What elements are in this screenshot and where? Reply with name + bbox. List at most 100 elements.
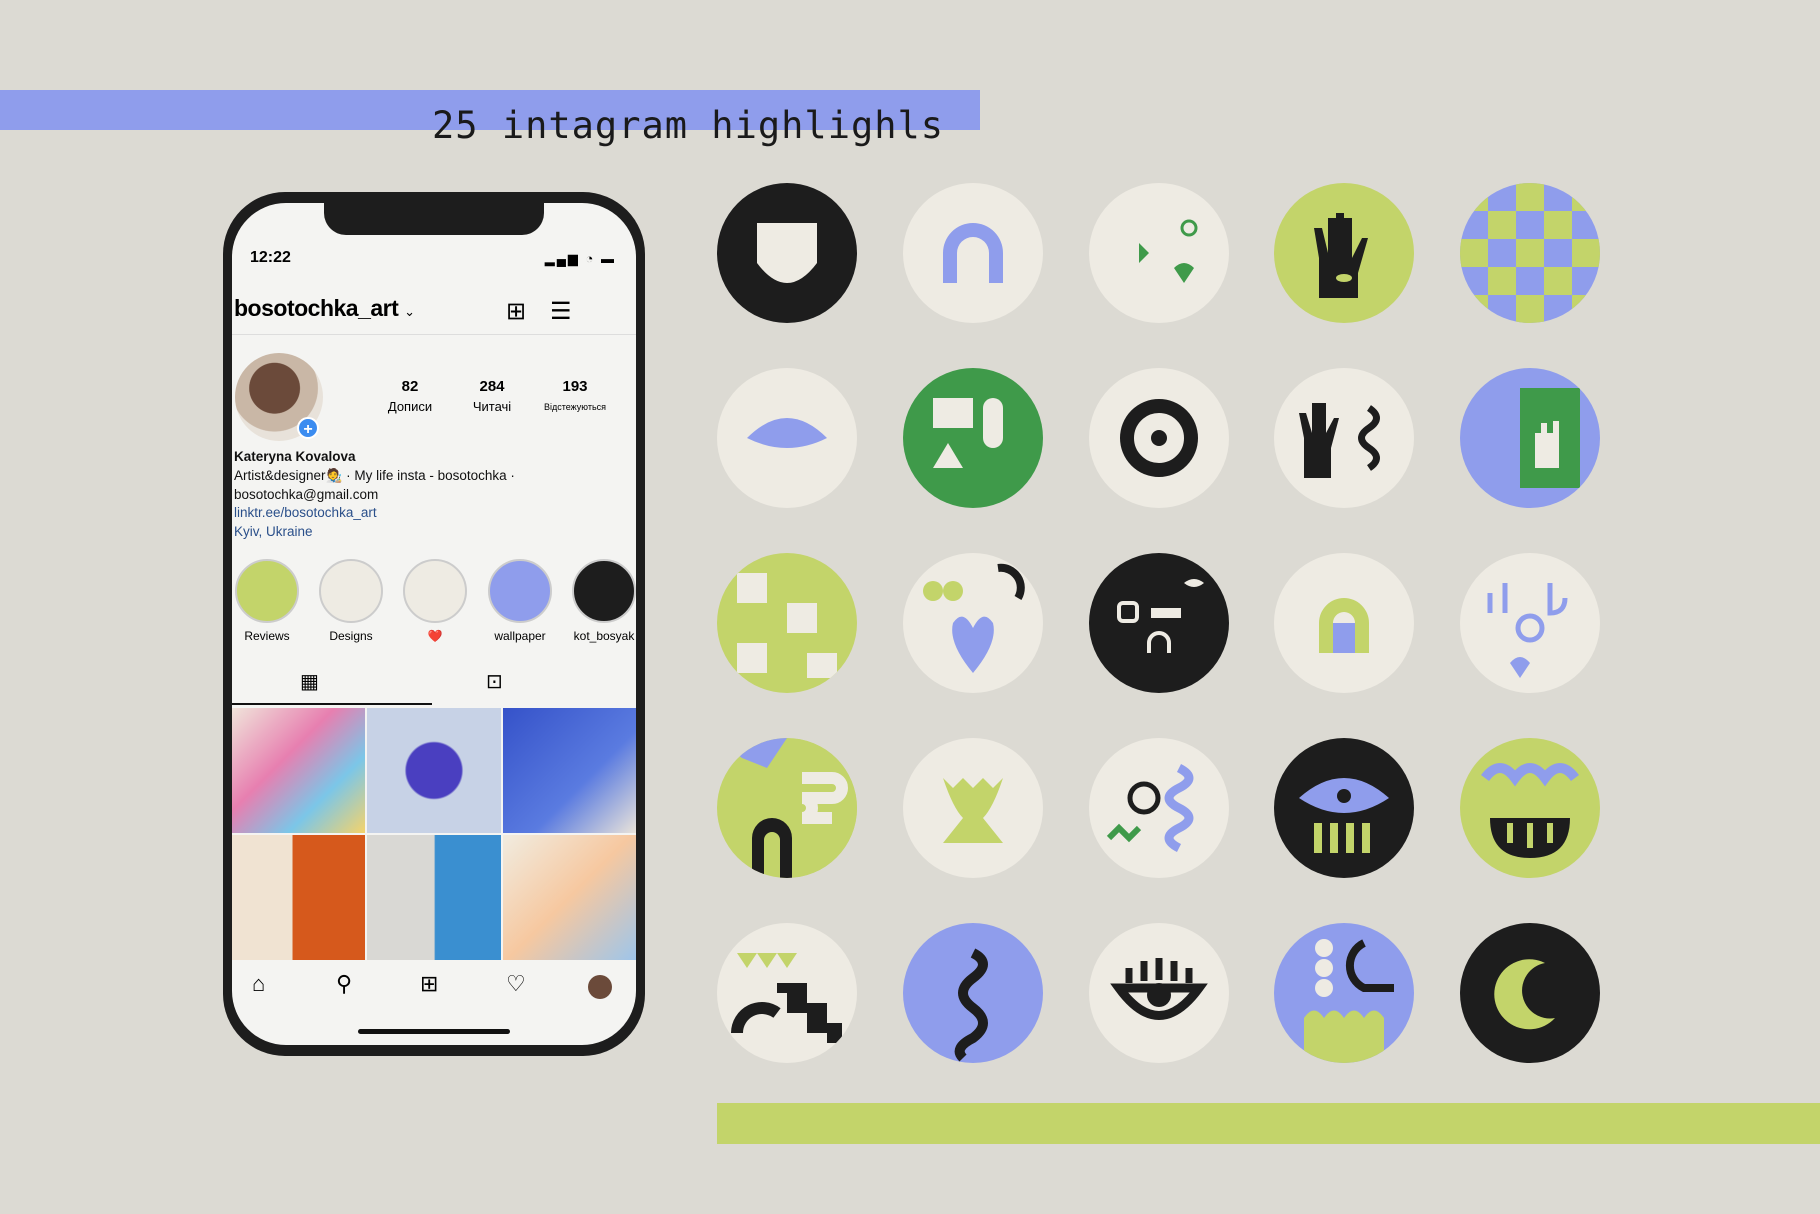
highlight-icon-star-arch [717, 738, 857, 878]
bio-location: Kyiv, Ukraine [234, 524, 313, 539]
highlight-icon-vase [903, 738, 1043, 878]
highlight-designs[interactable]: Designs [318, 559, 384, 643]
highlight-icon-eye-lashes [1089, 923, 1229, 1063]
highlight-icon-closed-eye [717, 368, 857, 508]
highlight-thumb [403, 559, 467, 623]
hamburger-icon[interactable]: ☰ [550, 297, 572, 326]
doodles-icon [1106, 763, 1194, 853]
highlight-label: ❤️ [427, 629, 443, 643]
stat-value: 284 [479, 378, 505, 395]
active-tab-indicator [232, 703, 432, 705]
bio-line: Artist&designer🧑‍🎨 · My life insta - bos… [234, 468, 515, 483]
page-title: 25 intagram highlighls [432, 104, 945, 147]
username[interactable]: bosotochka_art ⌄ [234, 295, 415, 322]
post-thumb[interactable] [502, 708, 636, 833]
highlight-icon-rainbow [903, 183, 1043, 323]
stat-label: Читачі [472, 399, 512, 414]
posts-grid [232, 708, 636, 960]
closed-eye-icon [747, 418, 827, 448]
highlight-kot-bosyak[interactable]: kot_bosyak [571, 559, 636, 643]
highlight-icon-snake [903, 923, 1043, 1063]
highlight-icon-hand [717, 183, 857, 323]
highlight-icon-pattern-black [1089, 553, 1229, 693]
green-banner [717, 1103, 1820, 1144]
flower-icon [1481, 763, 1579, 858]
eye-hand-icon [1314, 213, 1368, 298]
bio-email: bosotochka@gmail.com [234, 487, 379, 502]
highlight-label: kot_bosyak [573, 629, 635, 643]
tagged-icon[interactable]: ⊡ [486, 669, 503, 694]
star-arch-icon [717, 738, 857, 878]
highlight-icon-moon [1460, 923, 1600, 1063]
eye-comb-icon [1299, 778, 1389, 853]
chevron-down-icon: ⌄ [404, 304, 415, 319]
highlight-reviews[interactable]: Reviews [234, 559, 300, 643]
stairs-icon [731, 953, 842, 1043]
status-icons: ▂▄▆ ◔ ▬ [544, 251, 616, 266]
highlight-icon-wallpaper [1274, 923, 1414, 1063]
stat-value: 82 [401, 378, 419, 395]
wallpaper-icon [1304, 939, 1394, 1063]
snake-icon [954, 948, 988, 1062]
highlight-thumb [319, 559, 383, 623]
stat-followers[interactable]: 284 Читачі [452, 378, 532, 414]
post-thumb[interactable] [232, 708, 366, 833]
heart-icon [923, 563, 1025, 673]
profile-name: Kateryna Kovalova [234, 449, 356, 464]
highlight-label: Designs [329, 629, 373, 643]
hand-green-icon [1520, 388, 1580, 488]
stat-following[interactable]: 193 Відстежуються [535, 378, 615, 412]
grid-icon[interactable]: ▦ [300, 669, 319, 694]
post-thumb[interactable] [367, 708, 501, 833]
stat-posts[interactable]: 82 Дописи [370, 378, 450, 414]
highlight-icon-flower [1460, 738, 1600, 878]
highlight-icon-stairs [717, 923, 857, 1063]
hand-icon [757, 223, 817, 283]
highlight-icon-pattern-green [1089, 183, 1229, 323]
post-thumb[interactable] [502, 835, 636, 960]
rainbow-icon [943, 223, 1003, 283]
highlight-icon-doodles [1089, 738, 1229, 878]
divider [232, 334, 636, 335]
post-thumb[interactable] [367, 835, 501, 960]
highlight-wallpaper[interactable]: wallpaper [487, 559, 553, 643]
target-icon [1120, 399, 1198, 477]
highlight-icon-checkerboard [1460, 183, 1600, 323]
home-indicator [358, 1029, 510, 1034]
post-thumb[interactable] [232, 835, 366, 960]
highlight-thumb [572, 559, 636, 623]
pattern-blue-icon [1487, 583, 1568, 678]
notch [324, 203, 544, 235]
highlight-icon-eye-comb [1274, 738, 1414, 878]
tiles-icon [737, 573, 837, 678]
add-story-icon[interactable]: + [297, 417, 319, 439]
search-icon[interactable]: ⚲ [336, 971, 352, 997]
stat-label: Дописи [387, 399, 433, 414]
add-icon[interactable]: ⊞ [420, 971, 438, 997]
bio-link[interactable]: linktr.ee/bosotochka_art [234, 505, 377, 520]
stat-value: 193 [562, 378, 588, 395]
highlight-thumb [488, 559, 552, 623]
hand-snake-icon [1299, 403, 1380, 478]
arch-icon [1319, 598, 1369, 653]
highlight-icon-shapes-green [903, 368, 1043, 508]
profile-icon[interactable] [588, 975, 612, 999]
plus-square-icon[interactable]: ⊞ [506, 297, 526, 326]
highlight-icon-hand-snake [1274, 368, 1414, 508]
stat-label: Відстежуються [543, 402, 607, 412]
heart-icon[interactable]: ♡ [506, 971, 526, 997]
checkerboard-icon [1460, 183, 1600, 323]
shapes-green-icon [933, 398, 1003, 468]
highlight-label: wallpaper [494, 629, 546, 643]
highlight-icon-eye-hand [1274, 183, 1414, 323]
highlight-icon-heart [903, 553, 1043, 693]
phone-screen: 12:22 ▂▄▆ ◔ ▬ bosotochka_art ⌄ ⊞ ☰ + 82 Д… [232, 203, 636, 1045]
highlight-icon-arch [1274, 553, 1414, 693]
highlight-heart[interactable]: ❤️ [402, 559, 468, 643]
pattern-green-icon [1139, 219, 1198, 283]
eye-lashes-icon [1110, 958, 1208, 1020]
home-icon[interactable]: ⌂ [252, 971, 265, 997]
status-time: 12:22 [250, 249, 291, 266]
username-text: bosotochka_art [234, 295, 399, 321]
highlight-thumb [235, 559, 299, 623]
